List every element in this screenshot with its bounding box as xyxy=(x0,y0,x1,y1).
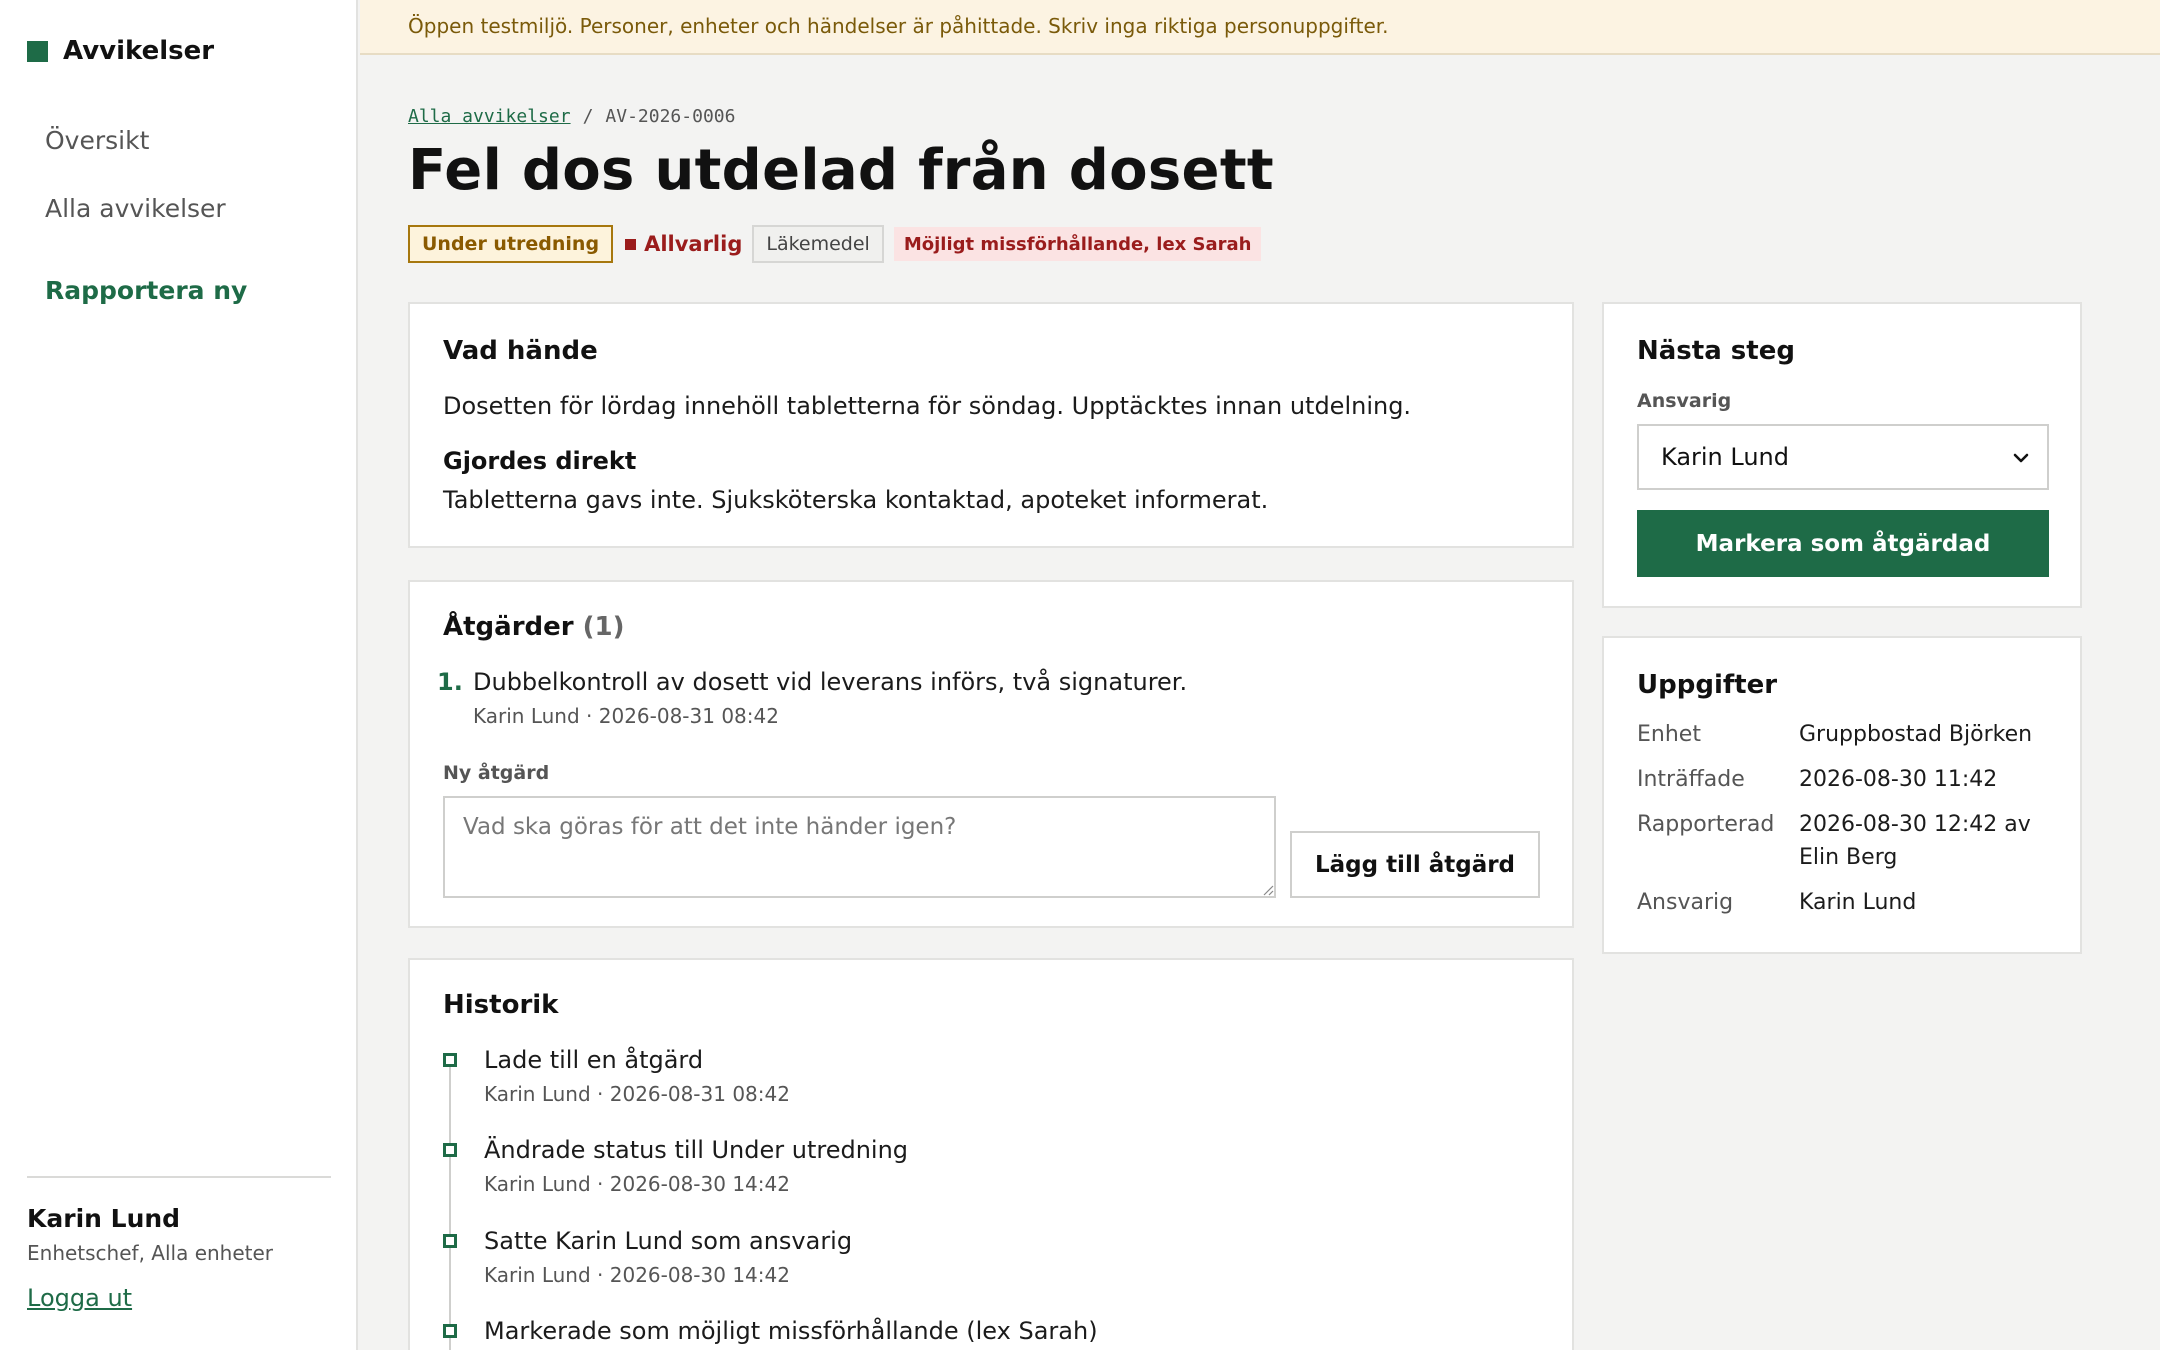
details-card: Uppgifter Enhet Gruppbostad Björken Intr… xyxy=(1602,636,2082,954)
history-item-text: Satte Karin Lund som ansvarig xyxy=(484,1227,853,1255)
lex-sarah-badge: Möjligt missförhållande, lex Sarah xyxy=(893,227,1262,261)
brand: Avvikelser xyxy=(27,36,214,66)
history-item-text: Lade till en åtgärd xyxy=(484,1046,704,1074)
actions-heading-label: Åtgärder xyxy=(443,612,574,642)
timeline-dot-icon xyxy=(443,1143,457,1157)
detail-label-responsible: Ansvarig xyxy=(1637,890,1734,915)
what-happened-card: Vad hände Dosetten för lördag innehöll t… xyxy=(408,302,1574,548)
action-item-number: 1. xyxy=(437,668,463,696)
breadcrumb-separator: / xyxy=(582,106,594,127)
severity-badge: Allvarlig xyxy=(625,232,742,256)
what-happened-heading: Vad hände xyxy=(443,336,598,366)
new-action-input[interactable] xyxy=(443,796,1276,898)
history-item-meta: Karin Lund · 2026-08-31 08:42 xyxy=(484,1082,790,1106)
sidebar: Avvikelser Översikt Alla avvikelser Rapp… xyxy=(0,0,358,1350)
chevron-down-icon xyxy=(2013,453,2029,463)
user-role: Enhetschef, Alla enheter xyxy=(27,1241,274,1265)
category-badge: Läkemedel xyxy=(752,225,884,263)
breadcrumb-all-deviations[interactable]: Alla avvikelser xyxy=(408,106,571,127)
sidebar-divider xyxy=(27,1176,331,1178)
page-title: Fel dos utdelad från dosett xyxy=(408,138,1274,203)
immediate-actions-text: Tabletterna gavs inte. Sjuksköterska kon… xyxy=(443,486,1269,514)
severity-label: Allvarlig xyxy=(644,232,743,256)
timeline-dot-icon xyxy=(443,1053,457,1067)
brand-logo-square xyxy=(27,40,48,62)
timeline-dot-icon xyxy=(443,1324,457,1338)
nav-overview[interactable]: Översikt xyxy=(45,126,149,155)
status-badge: Under utredning xyxy=(408,225,614,263)
next-step-heading: Nästa steg xyxy=(1637,336,1795,366)
banner-text: Öppen testmiljö. Personer, enheter och h… xyxy=(408,14,1389,38)
breadcrumb-current-id: AV-2026-0006 xyxy=(605,106,736,127)
responsible-label: Ansvarig xyxy=(1637,390,1732,412)
next-step-card: Nästa steg Ansvarig Karin Lund Markera s… xyxy=(1602,302,2082,608)
history-card: Historik Lade till en åtgärd Karin Lund … xyxy=(408,958,1574,1350)
responsible-select[interactable]: Karin Lund xyxy=(1637,424,2049,490)
actions-heading: Åtgärder (1) xyxy=(443,612,625,642)
immediate-actions-heading: Gjordes direkt xyxy=(443,447,637,475)
history-item-text: Markerade som möjligt missförhållande (l… xyxy=(484,1317,1098,1345)
new-action-label: Ny åtgärd xyxy=(443,762,550,784)
brand-name: Avvikelser xyxy=(63,36,215,66)
test-environment-banner: Öppen testmiljö. Personer, enheter och h… xyxy=(360,0,2160,55)
detail-label-occurred: Inträffade xyxy=(1637,767,1745,792)
detail-label-reported: Rapporterad xyxy=(1637,812,1775,837)
timeline-dot-icon xyxy=(443,1234,457,1248)
action-item-meta: Karin Lund · 2026-08-31 08:42 xyxy=(473,704,779,728)
history-item-text: Ändrade status till Under utredning xyxy=(484,1136,909,1164)
details-heading: Uppgifter xyxy=(1637,670,1778,700)
action-item-text: Dubbelkontroll av dosett vid leverans in… xyxy=(473,668,1188,696)
history-item-meta: Karin Lund · 2026-08-30 14:42 xyxy=(484,1263,790,1287)
what-happened-description: Dosetten för lördag innehöll tabletterna… xyxy=(443,392,1412,420)
responsible-select-value: Karin Lund xyxy=(1661,443,1790,471)
detail-value-responsible: Karin Lund xyxy=(1799,890,1917,915)
history-item-meta: Karin Lund · 2026-08-30 14:42 xyxy=(484,1172,790,1196)
detail-value-unit: Gruppbostad Björken xyxy=(1799,722,2033,747)
resize-grip-icon[interactable] xyxy=(1262,884,1274,896)
detail-value-occurred: 2026-08-30 11:42 xyxy=(1799,767,1998,792)
detail-label-unit: Enhet xyxy=(1637,722,1701,747)
nav-all-deviations[interactable]: Alla avvikelser xyxy=(45,194,226,223)
actions-count: (1) xyxy=(582,612,625,642)
nav-report-new[interactable]: Rapportera ny xyxy=(45,276,247,305)
add-action-button[interactable]: Lägg till åtgärd xyxy=(1290,831,1540,898)
tag-row: Under utredning Allvarlig Läkemedel Möjl… xyxy=(408,225,1262,263)
detail-value-reported: 2026-08-30 12:42 av Elin Berg xyxy=(1799,812,2031,870)
actions-card: Åtgärder (1) 1. Dubbelkontroll av dosett… xyxy=(408,580,1574,928)
severity-square-icon xyxy=(625,238,637,250)
history-heading: Historik xyxy=(443,990,559,1020)
mark-resolved-button[interactable]: Markera som åtgärdad xyxy=(1637,510,2049,577)
logout-link[interactable]: Logga ut xyxy=(27,1284,132,1312)
user-name: Karin Lund xyxy=(27,1204,181,1233)
breadcrumb: Alla avvikelser / AV-2026-0006 xyxy=(408,106,735,127)
history-timeline-line xyxy=(449,1056,451,1350)
